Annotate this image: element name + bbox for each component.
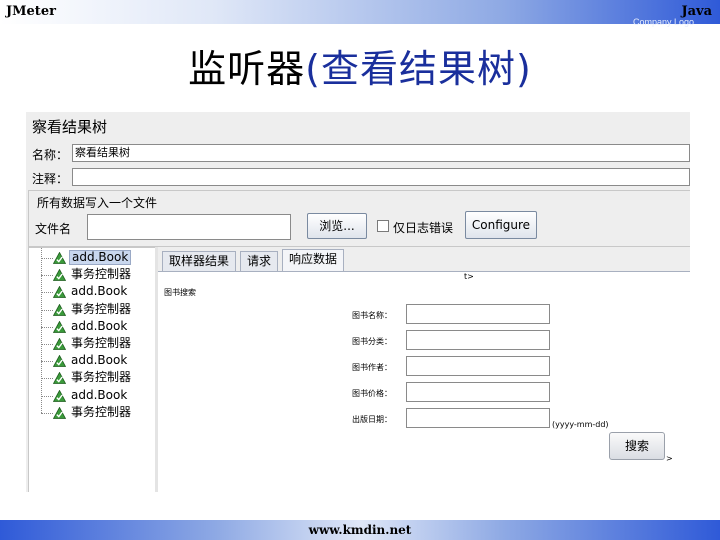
company-logo-text: Company Logo [632,17,694,27]
configure-button[interactable]: Configure [465,211,537,239]
sampler-check-icon [53,338,66,350]
tree-connector [41,361,53,363]
book-author-input[interactable] [406,356,550,376]
name-field[interactable]: 察看结果树 [72,144,690,162]
tree-connector [41,309,53,311]
browse-button[interactable]: 浏览... [307,213,367,239]
tree-connector [41,275,53,277]
errors-only-checkbox[interactable] [377,220,389,232]
comment-label: 注释： [32,172,69,186]
html-fragment-top: t> [464,272,474,281]
tree-node-label: 事务控制器 [71,336,132,350]
slide-title: 监听器(查看结果树) [0,38,720,93]
sampler-check-icon [53,252,66,264]
slide-title-main: 监听器 [188,47,306,91]
book-category-label: 图书分类： [352,337,392,346]
search-page-heading: 图书搜索 [164,288,196,297]
tree-connector [41,412,53,414]
tree-node-label: add.Book [71,284,128,299]
tree-node-label: add.Book [71,387,128,402]
tree-guide-line [41,248,42,413]
sampler-check-icon [53,389,66,402]
result-detail-pane: 取样器结果 请求 响应数据 t> 图书搜索 图书名称： 图书分类： 图书作者： … [158,247,690,492]
view-results-tree-panel: 察看结果树 名称： 察看结果树 注释： 所有数据写入一个文件 文件名 浏览...… [26,112,690,492]
tree-connector [41,344,53,345]
tree-node-label: 事务控制器 [71,404,132,419]
panel-title: 察看结果树 [32,118,108,136]
tab-request[interactable]: 请求 [240,251,279,271]
book-price-input[interactable] [406,382,550,402]
book-author-label: 图书作者： [352,363,392,372]
html-fragment-right: > [666,454,673,463]
tab-response-data[interactable]: 响应数据 [282,249,345,271]
footer-url: www.kmdin.net [308,523,412,537]
errors-only-label: 仅日志错误 [393,221,454,235]
tree-connector [41,326,53,328]
filename-input[interactable] [87,214,291,240]
tree-connector [41,292,53,294]
book-price-label: 图书价格： [352,389,392,398]
slide-header-bar: JMeter Java Company Logo [0,0,720,27]
tree-connector [41,395,53,397]
slide-footer-bar: www.kmdin.net [0,520,720,540]
tree-node-label: add.Book [71,353,128,368]
tree-node-label: 事务控制器 [71,267,132,282]
file-output-group: 所有数据写入一个文件 文件名 浏览... 仅日志错误 Configure [28,190,690,247]
tree-node-label: 事务控制器 [71,301,132,316]
results-tree: add.Book 事务控制器 add.Book 事务控制器 add.Book 事务控制器 a… [28,247,157,492]
sampler-check-icon [53,286,66,299]
slide-title-sub: (查看结果树) [305,47,532,91]
comment-field[interactable] [72,168,690,186]
tab-sampler-result[interactable]: 取样器结果 [162,251,237,271]
search-button[interactable]: 搜索 [609,432,665,460]
tree-connector [41,378,53,380]
book-category-input[interactable] [406,330,550,350]
sampler-check-icon [53,303,66,316]
sampler-check-icon [53,372,66,385]
sampler-check-icon [53,355,66,368]
book-name-label: 图书名称： [352,311,392,320]
sampler-check-icon [53,269,66,282]
tree-node-label: add.Book [71,318,128,333]
tree-connector [41,258,53,259]
date-format-hint: (yyyy-mm-dd) [552,420,609,429]
name-label: 名称： [32,148,69,162]
file-group-title: 所有数据写入一个文件 [37,196,158,210]
filename-label: 文件名 [35,222,72,236]
sampler-check-icon [53,406,66,419]
book-name-input[interactable] [406,304,550,324]
header-left-label: JMeter [6,4,56,19]
publish-date-label: 出版日期： [352,415,392,424]
tree-node-label: 事务控制器 [71,370,132,385]
response-data-view: t> 图书搜索 图书名称： 图书分类： 图书作者： 图书价格： 出版日期： (y… [158,271,690,492]
tree-node-label: add.Book [69,250,132,265]
sampler-check-icon [53,320,66,333]
publish-date-input[interactable] [406,408,550,428]
